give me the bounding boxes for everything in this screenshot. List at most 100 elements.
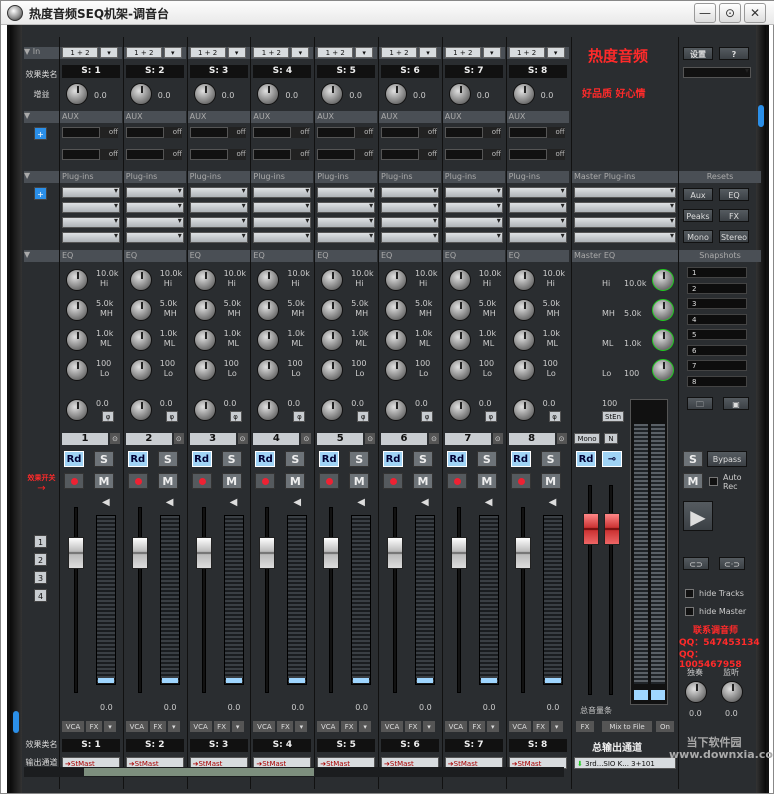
phase-button[interactable]: φ xyxy=(421,411,433,422)
channel-input-select[interactable]: 1 + 2 xyxy=(381,47,417,58)
mute-button[interactable]: M xyxy=(221,473,242,489)
aux-off-1[interactable]: off xyxy=(100,127,118,138)
speaker-icon[interactable]: ◀ xyxy=(230,497,240,509)
mono-button[interactable]: Mono xyxy=(574,433,600,444)
channel-settings-icon[interactable]: ⊙ xyxy=(173,433,184,444)
mini-button-4[interactable]: 4 xyxy=(34,589,47,602)
channel-fader[interactable] xyxy=(68,537,84,569)
master-fader-l[interactable] xyxy=(583,513,599,545)
aux-off-1[interactable]: off xyxy=(291,127,310,138)
help-button[interactable]: ? xyxy=(719,47,749,60)
plugin-slot-4[interactable] xyxy=(317,231,376,243)
fx-dropdown[interactable]: ▾ xyxy=(359,721,372,732)
monitor-knob[interactable] xyxy=(721,681,743,703)
plugin-slot-4[interactable] xyxy=(189,231,248,243)
eq-lo-knob[interactable] xyxy=(129,359,152,381)
read-button[interactable]: Rd xyxy=(319,451,340,467)
aux-collapse[interactable]: ▼ xyxy=(24,111,59,123)
plugin-slot-3[interactable] xyxy=(253,216,312,228)
plugin-slot-2[interactable] xyxy=(62,201,120,213)
channel-input-dropdown[interactable]: ▾ xyxy=(355,47,374,58)
channel-input-select[interactable]: 1 + 2 xyxy=(253,47,290,58)
mute-button[interactable]: M xyxy=(349,473,370,489)
channel-settings-icon[interactable]: ⊙ xyxy=(237,433,248,444)
aux-off-1[interactable]: off xyxy=(482,127,501,138)
channel-input-select[interactable]: 1 + 2 xyxy=(508,47,545,58)
stereo-enhance-button[interactable]: StEn xyxy=(602,411,624,422)
scrollbar-thumb[interactable] xyxy=(84,768,314,776)
reset-mono-button[interactable]: Mono xyxy=(683,230,713,243)
speaker-icon[interactable]: ◀ xyxy=(421,497,431,509)
hide-tracks-checkbox[interactable] xyxy=(685,589,694,598)
fx-button[interactable]: FX xyxy=(468,721,485,732)
minimize-button[interactable]: — xyxy=(694,3,716,23)
eq-mh-knob[interactable] xyxy=(66,299,88,321)
master-plugin-slot-4[interactable] xyxy=(574,231,676,243)
master-plugin-slot-1[interactable] xyxy=(574,186,676,198)
channel-input-dropdown[interactable]: ▾ xyxy=(546,47,565,58)
master-fx-button[interactable]: FX xyxy=(576,721,594,732)
eq-ml-knob[interactable] xyxy=(385,329,407,351)
solo-button[interactable]: S xyxy=(221,451,242,467)
read-button[interactable]: Rd xyxy=(255,451,276,467)
aux-send-2[interactable] xyxy=(508,149,547,160)
mini-button-1[interactable]: 1 xyxy=(34,535,47,548)
aux-send-2[interactable] xyxy=(189,149,228,160)
speaker-icon[interactable]: ◀ xyxy=(293,497,303,509)
aux-send-1[interactable] xyxy=(253,127,292,138)
channel-input-select[interactable]: 1 + 2 xyxy=(62,47,98,58)
phase-button[interactable]: φ xyxy=(229,411,242,422)
horizontal-scrollbar[interactable] xyxy=(24,767,564,777)
channel-input-dropdown[interactable]: ▾ xyxy=(482,47,501,58)
phase-button[interactable]: φ xyxy=(357,411,370,422)
record-button[interactable] xyxy=(446,473,467,489)
plugin-slot-3[interactable] xyxy=(381,216,439,228)
plugin-slot-2[interactable] xyxy=(253,201,312,213)
read-button[interactable]: Rd xyxy=(127,451,148,467)
plugin-slot-4[interactable] xyxy=(444,231,503,243)
plugin-slot-1[interactable] xyxy=(62,186,120,198)
in-header[interactable]: ▼ In xyxy=(24,47,59,59)
eq-ml-knob[interactable] xyxy=(257,329,280,351)
aux-off-2[interactable]: off xyxy=(227,149,246,160)
master-rd-button[interactable]: Rd xyxy=(576,451,596,467)
aux-send-2[interactable] xyxy=(317,149,356,160)
solo-knob[interactable] xyxy=(685,681,707,703)
plugin-slot-2[interactable] xyxy=(381,201,439,213)
aux-send-2[interactable] xyxy=(62,149,100,160)
aux-send-1[interactable] xyxy=(317,127,356,138)
channel-fader[interactable] xyxy=(323,537,340,569)
aux-send-1[interactable] xyxy=(189,127,228,138)
vca-button[interactable]: VCA xyxy=(189,721,212,732)
master-fader-r[interactable] xyxy=(604,513,620,545)
eq-mh-knob[interactable] xyxy=(321,299,344,321)
mute-button[interactable]: M xyxy=(157,473,178,489)
snapshot-slot[interactable]: 8 xyxy=(687,375,747,387)
settings-button[interactable]: 设置 xyxy=(683,47,713,60)
channel-input-dropdown[interactable]: ▾ xyxy=(163,47,182,58)
snapshot-slot[interactable]: 5 xyxy=(687,329,747,340)
plugin-slot-3[interactable] xyxy=(125,216,184,228)
fx-button[interactable]: FX xyxy=(213,721,230,732)
left-scroll-knob[interactable] xyxy=(13,711,19,733)
plugin-slot-4[interactable] xyxy=(381,231,439,243)
master-link-icon[interactable]: ⊸ xyxy=(602,451,622,467)
link-icon[interactable]: ⊂⊃ xyxy=(683,557,709,570)
channel-settings-icon[interactable]: ⊙ xyxy=(301,433,312,444)
fx-dropdown[interactable]: ▾ xyxy=(295,721,308,732)
aux-off-2[interactable]: off xyxy=(291,149,310,160)
plugin-slot-3[interactable] xyxy=(189,216,248,228)
fx-dropdown[interactable]: ▾ xyxy=(167,721,180,732)
solo-button[interactable]: S xyxy=(540,451,561,467)
master-eq-hi-knob[interactable] xyxy=(652,269,674,291)
channel-fader[interactable] xyxy=(195,537,212,569)
gain-knob[interactable] xyxy=(66,83,88,105)
channel-settings-icon[interactable]: ⊙ xyxy=(429,433,439,444)
aux-off-2[interactable]: off xyxy=(546,149,565,160)
snapshot-slot[interactable]: 1 xyxy=(687,267,747,278)
n-button[interactable]: N xyxy=(604,433,618,444)
pan-knob[interactable] xyxy=(193,399,216,421)
speaker-icon[interactable]: ◀ xyxy=(166,497,176,509)
channel-input-dropdown[interactable]: ▾ xyxy=(227,47,246,58)
aux-off-1[interactable]: off xyxy=(419,127,437,138)
